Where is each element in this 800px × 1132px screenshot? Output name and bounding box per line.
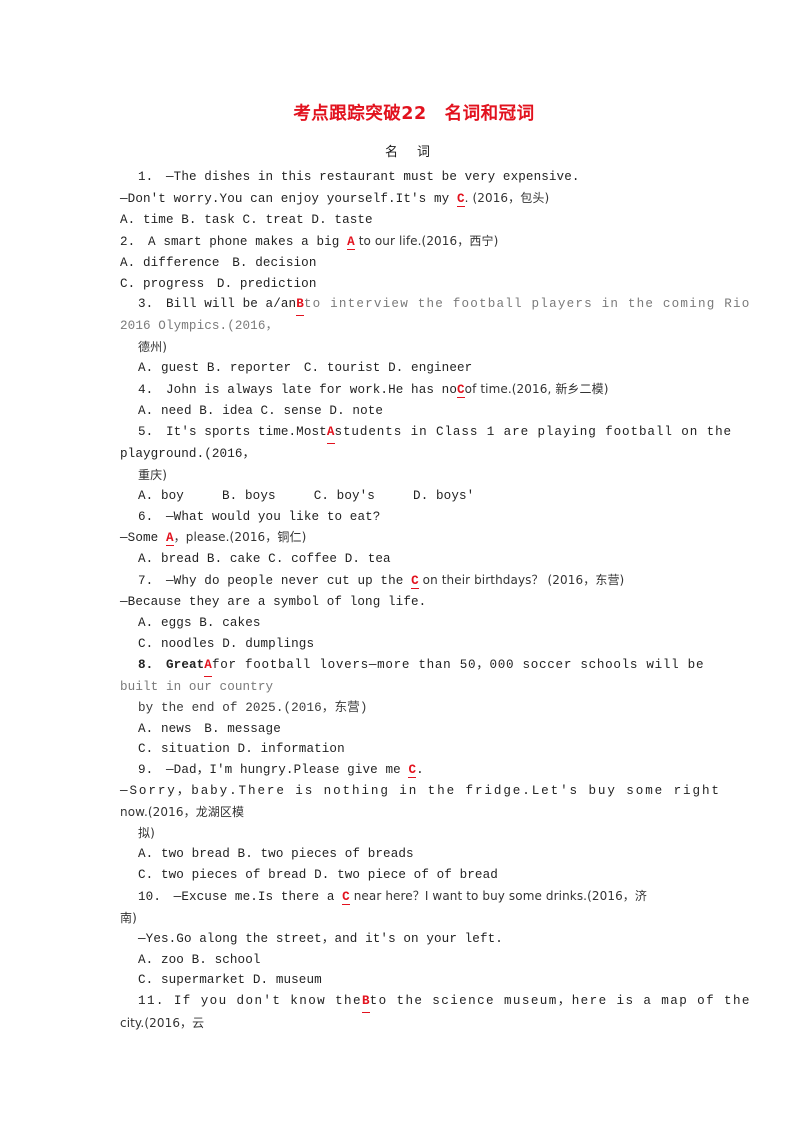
question-1-options: A. time B. task C. treat D. taste [120, 212, 373, 227]
question-5-options: A. boy B. boys C. boy's D. boys' [138, 488, 475, 503]
question-9-options-2: C. two pieces of bread D. two piece of o… [138, 867, 498, 882]
question-2-line-1: 2. A smart phone makes a big A to our li… [120, 231, 680, 253]
question-9-line-3: now.(2016，龙湖区模 [120, 805, 245, 820]
question-9-answer: C [408, 763, 417, 779]
question-1-stem-b: —Don't worry.You can enjoy yourself.It's… [120, 191, 457, 206]
question-9-line-1: 9. —Dad，I'm hungry.Please give me C. [120, 760, 680, 781]
question-6-line-2: —Some A，please.(2016，铜仁) [120, 527, 680, 549]
question-5-line-1: 5. It's sports time.Most A students in C… [120, 422, 731, 444]
question-7-answer: C [411, 574, 419, 590]
question-2-stem-a: 2. A smart phone makes a big [120, 234, 348, 249]
question-11-line-2: city.(2016，云 [120, 1016, 205, 1031]
question-8-stem-a: 8. Great [138, 657, 205, 672]
question-9: 9. —Dad，I'm hungry.Please give me C. —So… [120, 760, 719, 885]
question-6: 6. —What would you like to eat? —Some A，… [120, 507, 680, 571]
question-2-options-2: C. progress D. prediction [120, 276, 317, 291]
question-9-stem-a: 9. —Dad，I'm hungry.Please give me [138, 763, 409, 778]
question-6-stem-a: —Some [120, 531, 166, 546]
question-7-options-2: C. noodles D. dumplings [138, 636, 315, 651]
question-1-answer: C [456, 191, 465, 207]
question-7-line-1: 7. —Why do people never cut up the C on … [120, 570, 680, 592]
question-8-options-1: A. news B. message [138, 721, 281, 736]
page-title: 考点跟踪突破22 名词和冠词 [293, 104, 535, 124]
question-10-line-1: 10. —Excuse me.Is there a C near here？I … [120, 886, 680, 908]
question-3-source-a: 2016 Olympics.(2016， [120, 319, 279, 334]
question-7-options-1: A. eggs B. cakes [138, 616, 261, 631]
question-6-answer: A [165, 531, 174, 547]
question-10-options-2: C. supermarket D. museum [138, 973, 322, 988]
question-5: 5. It's sports time.Most A students in C… [120, 422, 731, 507]
question-4-answer: C [457, 383, 465, 399]
question-11-answer: B [361, 991, 370, 1014]
question-3-options: A. guest B. reporter C. tourist D. engin… [138, 361, 473, 376]
question-8-line-3: by the end of 2025.(2016，东营) [138, 700, 368, 715]
question-5-line-3: 重庆) [138, 467, 167, 482]
question-4-stem-b: of time.(2016, 新乡二模) [464, 382, 609, 397]
question-11: 11. If you don't know the B to the scien… [120, 991, 749, 1034]
question-8: 8. Great A for football lovers—more than… [120, 655, 704, 761]
question-6-options: A. bread B. cake C. coffee D. tea [138, 552, 391, 567]
question-1-source: . (2016，包头) [464, 190, 550, 205]
question-3-stem-a: 3. Bill will be a/an [138, 297, 297, 312]
question-5-stem-b: students in Class 1 are playing football… [334, 424, 733, 439]
question-5-answer: A [326, 422, 335, 444]
question-1-line-2: —Don't worry.You can enjoy yourself.It's… [120, 188, 680, 210]
question-3-source-b: 德州) [138, 340, 167, 355]
question-3-answer: B [296, 294, 304, 317]
question-10-answer: C [342, 889, 350, 905]
document-content: 考点跟踪突破22 名词和冠词 名 词 1. —The dishes in thi… [120, 100, 749, 1034]
question-9-stem-c: —Sorry，baby.There is nothing in the frid… [120, 784, 721, 799]
question-4: 4. John is always late for work.He has n… [120, 379, 680, 422]
question-2-answer: A [347, 234, 355, 250]
question-10-stem-a: 10. —Excuse me.Is there a [138, 889, 343, 904]
question-10-stem-b: near here？I want to buy some drinks.(201… [349, 888, 648, 903]
question-3-line-1: 3. Bill will be a/an B to interview the … [120, 294, 749, 317]
question-8-line-1: 8. Great A for football lovers—more than… [120, 655, 704, 677]
question-11-line-1: 11. If you don't know the B to the scien… [120, 991, 749, 1014]
question-8-line-2: built in our country [120, 679, 274, 694]
question-2-options-1: A. difference B. decision [120, 255, 317, 270]
question-6-line-1: 6. —What would you like to eat? [138, 509, 381, 524]
question-1-stem-a: 1. —The dishes in this restaurant must b… [138, 170, 580, 184]
question-8-answer: A [204, 655, 212, 677]
question-1: 1. —The dishes in this restaurant must b… [120, 167, 680, 231]
question-7-line-2: —Because they are a symbol of long life. [120, 595, 427, 610]
question-4-options: A. need B. idea C. sense D. note [138, 403, 384, 418]
question-3: 3. Bill will be a/an B to interview the … [120, 294, 749, 379]
question-7-stem-a: 7. —Why do people never cut up the [138, 574, 412, 589]
question-11-stem-b: to the science museum，here is a map of t… [369, 994, 751, 1009]
section-heading: 名 词 [384, 145, 433, 160]
question-11-stem-a: 11. If you don't know the [138, 994, 362, 1009]
question-5-line-2: playground.(2016， [120, 446, 256, 461]
question-2: 2. A smart phone makes a big A to our li… [120, 231, 680, 295]
question-9-line-2: —Sorry，baby.There is nothing in the frid… [120, 781, 719, 802]
question-3-line-3: 德州) [120, 337, 680, 358]
question-10-line-3: —Yes.Go along the street，and it's on you… [138, 931, 503, 946]
question-8-options-2: C. situation D. information [138, 742, 345, 757]
question-9-line-4: 拟) [138, 826, 155, 841]
question-5-stem-a: 5. It's sports time.Most [138, 424, 327, 439]
question-7: 7. —Why do people never cut up the C on … [120, 570, 680, 655]
question-4-stem-a: 4. John is always late for work.He has n… [138, 383, 457, 398]
document-page: 考点跟踪突破22 名词和冠词 名 词 1. —The dishes in thi… [0, 0, 800, 1132]
question-9-options-1: A. two bread B. two pieces of breads [138, 847, 414, 861]
question-4-line-1: 4. John is always late for work.He has n… [120, 379, 680, 401]
question-3-line-2: 2016 Olympics.(2016， [120, 316, 680, 337]
question-1-line-1: 1. —The dishes in this restaurant must b… [120, 167, 680, 188]
question-10-options-1: A. zoo B. school [138, 952, 261, 967]
question-8-stem-b: for football lovers—more than 50，000 soc… [211, 657, 705, 672]
question-3-stem-b: to interview the football players in the… [303, 297, 751, 312]
question-6-stem-b: ，please.(2016，铜仁) [173, 530, 307, 545]
question-7-stem-b: on their birthdays？ (2016，东营) [418, 573, 625, 588]
question-10-line-2: 南) [120, 910, 137, 925]
question-9-stem-b: . [416, 763, 424, 778]
question-2-stem-b: to our life.(2016，西宁) [354, 233, 499, 248]
question-10: 10. —Excuse me.Is there a C near here？I … [120, 886, 680, 992]
